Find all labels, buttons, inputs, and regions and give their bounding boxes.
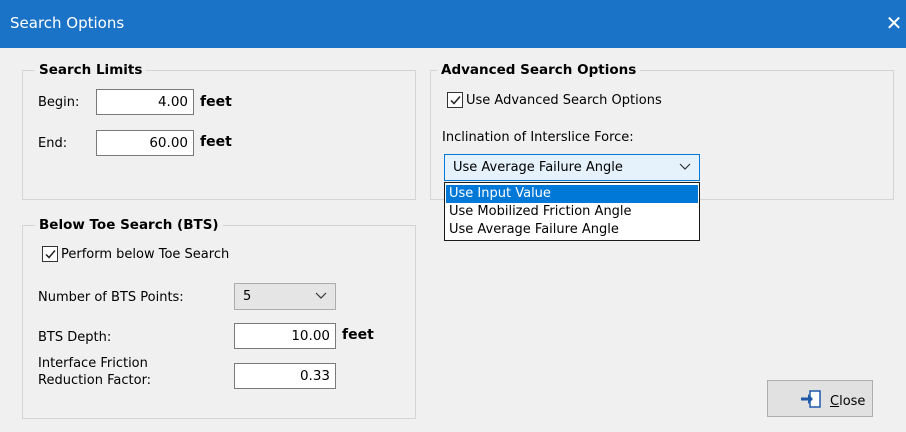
dropdown-option-mobilized-friction[interactable]: Use Mobilized Friction Angle [446, 203, 698, 221]
use-advanced-label[interactable]: Use Advanced Search Options [466, 93, 662, 108]
friction-label-line1: Interface Friction [38, 356, 148, 371]
inclination-selected-value: Use Average Failure Angle [453, 160, 623, 175]
friction-reduction-input[interactable]: 0.33 [234, 363, 336, 389]
bts-depth-input[interactable]: 10.00 [234, 323, 336, 349]
begin-input[interactable]: 4.00 [96, 89, 194, 115]
advanced-search-title: Advanced Search Options [437, 62, 641, 78]
checkmark-icon [45, 250, 56, 259]
exit-door-arrow-icon [801, 390, 821, 408]
bts-depth-label: BTS Depth: [38, 330, 112, 345]
perform-bts-checkbox[interactable] [42, 246, 58, 262]
inclination-label: Inclination of Interslice Force: [442, 130, 634, 145]
end-unit: feet [200, 134, 232, 150]
friction-label-line2: Reduction Factor: [38, 373, 152, 388]
end-input[interactable]: 60.00 [96, 130, 194, 156]
bts-points-select[interactable]: 5 [234, 283, 336, 310]
end-label: End: [38, 136, 68, 151]
use-advanced-checkbox[interactable] [447, 92, 463, 108]
checkmark-icon [450, 96, 461, 105]
bts-points-value: 5 [243, 289, 252, 304]
below-toe-search-title: Below Toe Search (BTS) [35, 217, 223, 233]
bts-points-label: Number of BTS Points: [38, 290, 184, 305]
inclination-dropdown-list: Use Input Value Use Mobilized Friction A… [444, 182, 700, 241]
close-button[interactable]: Close [767, 380, 873, 417]
title-bar: Search Options ✕ [0, 0, 906, 48]
chevron-down-icon [679, 163, 691, 170]
begin-label: Begin: [38, 95, 80, 110]
perform-bts-label[interactable]: Perform below Toe Search [61, 247, 229, 262]
inclination-select[interactable]: Use Average Failure Angle [444, 154, 700, 181]
window-close-icon[interactable]: ✕ [882, 11, 906, 35]
dropdown-option-average-failure[interactable]: Use Average Failure Angle [446, 221, 698, 239]
close-button-label: Close [830, 394, 866, 409]
begin-unit: feet [200, 94, 232, 110]
chevron-down-icon [315, 292, 327, 299]
dropdown-option-input-value[interactable]: Use Input Value [446, 185, 698, 203]
bts-depth-unit: feet [342, 327, 374, 343]
window-title: Search Options [10, 14, 125, 32]
search-limits-title: Search Limits [35, 62, 147, 78]
